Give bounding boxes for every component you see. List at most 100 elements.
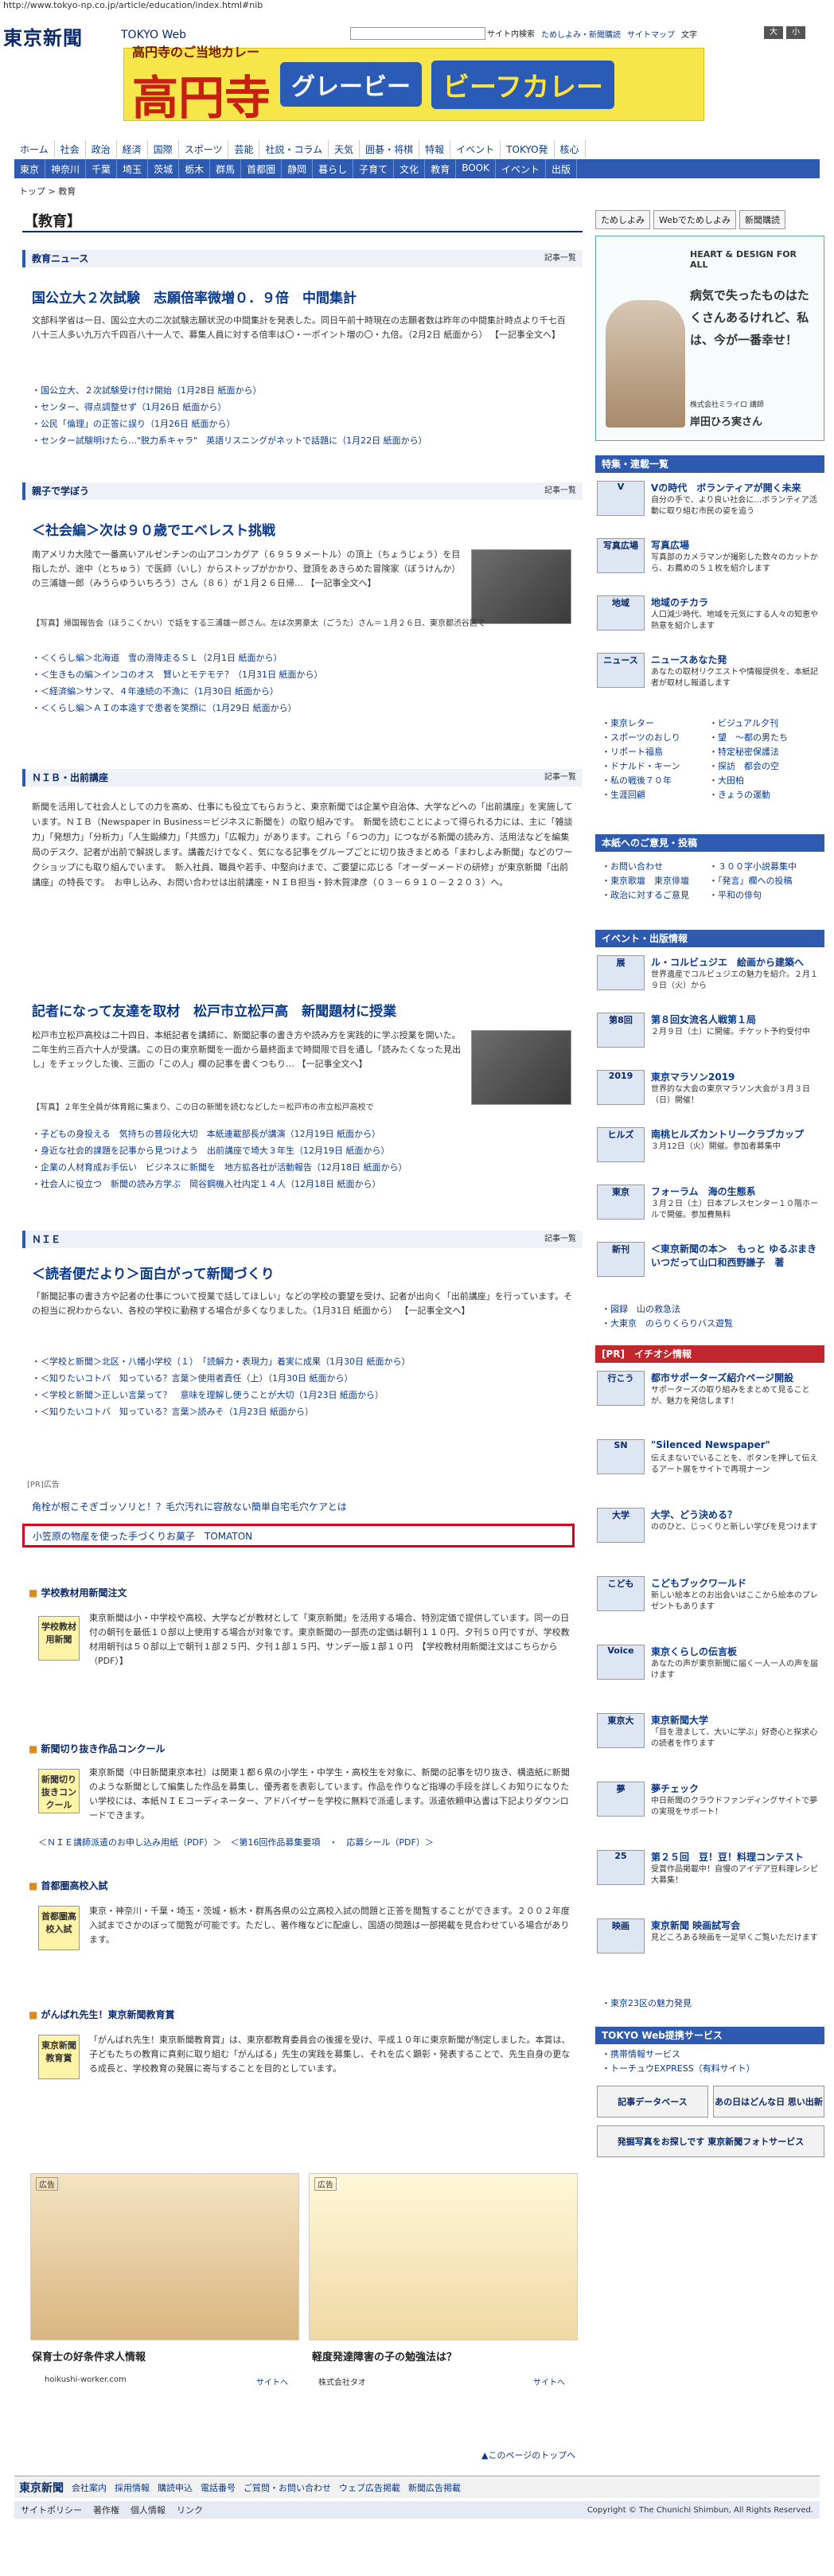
pr-title[interactable]: 大学、どう決める？	[651, 1508, 737, 1521]
subnav-item[interactable]: 茨城	[148, 159, 180, 178]
feature-link[interactable]: 大田柏	[709, 774, 816, 788]
search-button[interactable]: サイト内検索	[487, 27, 535, 39]
list-item[interactable]: 社会人に役立つ 新聞の読み方学ぶ 岡谷鋼機入社内定１４人（12月18日 紙面から…	[32, 1176, 581, 1192]
feature-link[interactable]: ドナルド・キーン	[602, 759, 709, 774]
feature-title[interactable]: 写真広場	[651, 538, 689, 552]
ad-title-1[interactable]: 保育士の好条件求人情報	[32, 2348, 146, 2363]
event-title[interactable]: ル・コルビュジエ 絵画から建築へ	[651, 955, 804, 969]
nib-headline[interactable]: 記者になって友達を取材 松戸市立松戸高 新聞題材に授業	[32, 1000, 396, 1020]
nav-item[interactable]: 政治	[86, 140, 117, 158]
feature-link[interactable]: きょうの運動	[709, 788, 816, 802]
event-item[interactable]: 2019 東京マラソン2019 世界的な大会の東京マラソン大会が３月３日（日）開催！	[597, 1070, 823, 1121]
subnav-item[interactable]: イベント	[496, 159, 546, 178]
feature-link[interactable]: 望 ～都の男たち	[709, 731, 816, 745]
contest-title[interactable]: 新聞切り抜き作品コンクール	[29, 1742, 166, 1755]
photo-service-button[interactable]: 発掘写真をお探しです 東京新聞フォトサービス	[597, 2125, 824, 2157]
feature-link[interactable]: 東京レター	[602, 716, 709, 731]
parent-photo[interactable]	[471, 549, 571, 624]
list-item[interactable]: 企業の人材育成お手伝い ビジネスに新聞を 地方拡各社が活動報告（12月18日 紙…	[32, 1159, 581, 1176]
pr-title[interactable]: "Silenced Newspaper"	[651, 1439, 770, 1450]
footer-link[interactable]: ご質問・お問い合わせ	[244, 2481, 331, 2494]
guide-link[interactable]: 東京歌壇 東京俳壇	[602, 874, 709, 888]
feature-link[interactable]: 探訪 都会の空	[709, 759, 816, 774]
event-item[interactable]: 新刊 ＜東京新聞の本＞ もっと ゆるぶまき いつだって山口和西野謙子 著	[597, 1242, 826, 1293]
nie-headline[interactable]: ＜読者便だより＞面白がって新聞づくり	[32, 1263, 275, 1282]
guide-link[interactable]: ３００字小説募集中	[709, 860, 816, 874]
news-headline[interactable]: 国公立大２次試験 志願倍率微増０．９倍 中間集計	[32, 287, 357, 306]
site-logo[interactable]: 東京新聞	[3, 22, 83, 50]
nav-item[interactable]: 国際	[148, 140, 179, 158]
nav-item[interactable]: 社説・コラム	[259, 140, 329, 158]
nav-item[interactable]: 芸能	[228, 140, 260, 158]
feature-item[interactable]: 写真広場 写真広場 写真部のカメラマンが撮影した数々のカットから、お薦めの５１枚を紹…	[597, 538, 823, 589]
nav-item[interactable]: 核心	[555, 140, 586, 158]
subnav-item[interactable]: 出版	[546, 159, 578, 178]
feature-title[interactable]: 地域のチカラ	[651, 595, 708, 609]
font-small-button[interactable]: 小	[786, 26, 805, 39]
ad-link-2[interactable]: サイトへ	[533, 2375, 565, 2387]
tab-web-trial[interactable]: Webでためしよみ	[653, 210, 736, 229]
ganbare-icon[interactable]: 東京新聞教育賞	[38, 2035, 80, 2079]
pr-item[interactable]: Voice 東京くらしの伝言板 あなたの声が東京新聞に届く一人一人の声を届けます	[597, 1645, 823, 1705]
feature-title[interactable]: ニュースあなた発	[651, 653, 727, 666]
list-item[interactable]: 大東京 のらりくらりバス遊覧	[602, 1317, 816, 1331]
subnav-item[interactable]: 千葉	[86, 159, 118, 178]
footer-link[interactable]: ウェブ広告掲載	[339, 2481, 400, 2494]
promo-highlight-box[interactable]: 小笠原の物産を使った手づくりお菓子 TOMATON	[22, 1524, 575, 1548]
pr-item[interactable]: 東京大 東京新聞大学 「目を澄まして、大いに学ぶ」好奇心と探求心の読者を作ります	[597, 1713, 823, 1774]
event-item[interactable]: 展ル・コルビュジエ 絵画から建築へ 世界遺産でコルビュジエの魅力を紹介。２月１９日…	[597, 955, 823, 1006]
list-item[interactable]: ＜学校と新聞＞正しい言葉って？ 意味を理解し使うことが大切（1月23日 紙面から…	[32, 1387, 581, 1403]
pr-title[interactable]: 夢チェック	[651, 1782, 699, 1795]
guide-link[interactable]: お問い合わせ	[602, 860, 709, 874]
pr-title[interactable]: 東京新聞 映画試写会	[651, 1918, 740, 1932]
promo-link-2[interactable]: 小笠原の物産を使った手づくりお菓子 TOMATON	[25, 1526, 572, 1546]
ad-link-1[interactable]: サイトへ	[256, 2375, 288, 2387]
more-link[interactable]: 記事一覧	[544, 250, 576, 267]
pr-item[interactable]: こども こどもブックワールド 新しい絵本とのお出会いはここから絵本のプレゼントもあり…	[597, 1576, 823, 1637]
nav-item[interactable]: ホーム	[14, 140, 55, 158]
nav-item[interactable]: スポーツ	[179, 140, 229, 158]
list-item[interactable]: ＜知りたいコトバ 知っている？言葉＞読みそ（1月23日 紙面から）	[32, 1403, 581, 1420]
promo-link-1[interactable]: 角栓が根こそぎゴッソリと！？毛穴汚れに容赦ない簡単自宅毛穴ケアとは	[32, 1500, 347, 1513]
nav-item[interactable]: イベント	[450, 140, 501, 158]
list-item[interactable]: センター、得点調整せず（1月26日 紙面から）	[32, 399, 581, 416]
pr-item[interactable]: 映画 東京新聞 映画試写会 見どころある映画を一足早くご覧いただけます	[597, 1918, 823, 1979]
list-item[interactable]: 身近な社会的課題を記事から見つけよう 出前講座で埼大３年生（12月19日 紙面か…	[32, 1142, 581, 1159]
list-item[interactable]: ＜知りたいコトバ 知っている？言葉＞使用者責任（上）（1月30日 紙面から）	[32, 1370, 581, 1387]
guide-link[interactable]: 「発言」欄への投稿	[709, 874, 816, 888]
subnav-item[interactable]: 首都圏	[241, 159, 283, 178]
parent-headline[interactable]: ＜社会編＞次は９０歳でエベレスト挑戦	[32, 519, 275, 539]
list-item[interactable]: センター試験明けたら…"脱力系キャラ" 英語リスニングがネットで話題に（1月22…	[32, 432, 581, 449]
feature-item[interactable]: V Vの時代 ボランティアが開く未来 自分の手で、より良い社会に…ボランティア活動に…	[597, 481, 823, 532]
font-large-button[interactable]: 大	[764, 26, 783, 39]
nav-item[interactable]: 囲碁・将棋	[360, 140, 420, 158]
event-item[interactable]: ヒルズ 南桃ヒルズカントリークラブカップ ３月12日（火）開催。参加者募集中	[597, 1127, 823, 1178]
more-link[interactable]: 記事一覧	[544, 1231, 576, 1248]
event-title[interactable]: 南桃ヒルズカントリークラブカップ	[651, 1127, 804, 1141]
subnav-item[interactable]: 教育	[425, 159, 457, 178]
feature-item[interactable]: ニュース ニュースあなた発 あなたの取材リクエストや情報提供を、本紙記者が取材し報道…	[597, 653, 823, 704]
school-title[interactable]: 学校教材用新聞注文	[29, 1586, 127, 1599]
feature-link[interactable]: 私の戦後７０年	[602, 774, 709, 788]
more-link[interactable]: 記事一覧	[544, 769, 576, 786]
feature-link[interactable]: 生涯回顧	[602, 788, 709, 802]
footer-link[interactable]: 購読申込	[158, 2481, 193, 2494]
heart-design-ad[interactable]: HEART & DESIGN FOR ALL 病気で失ったものはたくさんあるけれ…	[595, 236, 824, 441]
list-item[interactable]: トーチュウEXPRESS（有料サイト）	[602, 2062, 816, 2076]
subnav-item[interactable]: 静岡	[282, 159, 314, 178]
exam-title[interactable]: 首都圏高校入試	[29, 1879, 108, 1892]
footer-link[interactable]: 会社案内	[72, 2481, 107, 2494]
pr-item[interactable]: 行こう 都市サポーターズ紹介ページ開設 サポーターズの取り組みをまとめて見ることが、…	[597, 1371, 823, 1431]
pr-title[interactable]: こどもブックワールド	[651, 1576, 746, 1590]
list-item[interactable]: 東京23区の魅力発見	[602, 1996, 816, 2011]
footer-link-2[interactable]: 個人情報	[131, 2504, 166, 2516]
header-link-sitemap[interactable]: サイトマップ	[627, 28, 675, 40]
contest-icon[interactable]: 新聞切り抜きコンクール	[38, 1769, 80, 1813]
event-title[interactable]: 東京マラソン2019	[651, 1070, 735, 1083]
tab-subscribe[interactable]: 新聞購読	[739, 210, 785, 229]
nib-photo[interactable]	[471, 1030, 571, 1105]
pr-item[interactable]: 夢夢チェック 中日新聞のクラウドファンディングサイトで夢の実現をサポート！	[597, 1782, 823, 1842]
feature-link[interactable]: 特定秘密保護法	[709, 745, 816, 759]
list-item[interactable]: ＜くらし編＞北海道 雪の滑降走るＳＬ（2月1日 紙面から）	[32, 650, 581, 666]
pr-title[interactable]: 都市サポーターズ紹介ページ開設	[651, 1371, 793, 1384]
